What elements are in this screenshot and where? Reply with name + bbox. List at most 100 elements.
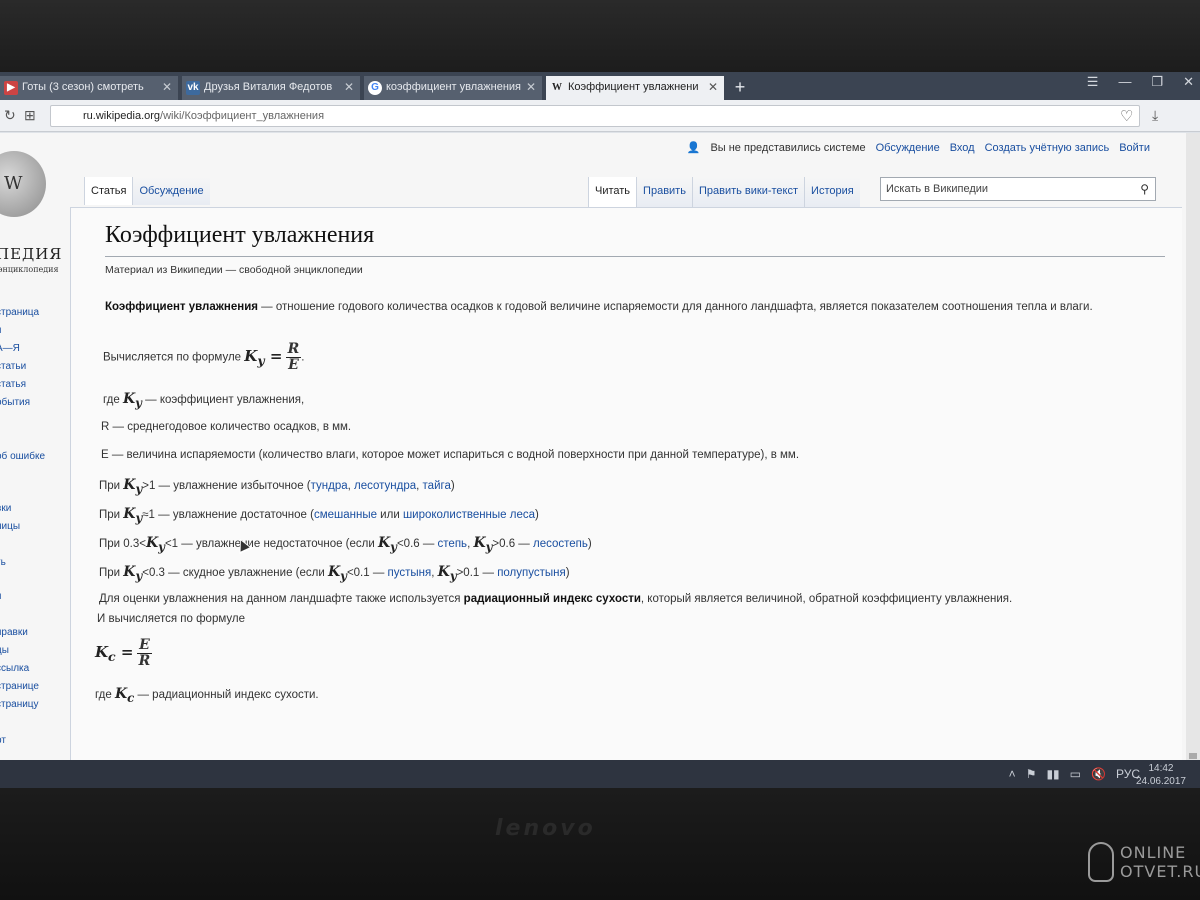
- tab-bar: ▶ Готы (3 сезон) смотреть ✕ vk Друзья Ви…: [0, 72, 1200, 100]
- case-excess: При Ky>1 — увлажнение избыточное (тундра…: [99, 477, 455, 496]
- sidebar-item[interactable]: я: [0, 325, 1, 336]
- google-icon: G: [368, 81, 382, 95]
- formula-fraction: RE: [285, 341, 302, 373]
- create-account-link[interactable]: Создать учётную запись: [985, 142, 1110, 154]
- talk-link[interactable]: Обсуждение: [876, 142, 940, 154]
- vk-icon: vk: [186, 81, 200, 95]
- article-content: Коэффициент увлажнения Материал из Викип…: [70, 207, 1182, 760]
- sidebar-item[interactable]: странице: [0, 681, 39, 692]
- menu-icon[interactable]: ☰: [1087, 74, 1099, 90]
- sidebar-item[interactable]: страница: [0, 307, 39, 318]
- watermark-line2: OTVET.RU: [1120, 862, 1200, 881]
- heart-icon[interactable]: ♡: [1120, 107, 1133, 125]
- tab-talk[interactable]: Обсуждение: [132, 177, 210, 205]
- network-icon[interactable]: ▮▮: [1046, 767, 1059, 781]
- tab-edit[interactable]: Править: [636, 177, 692, 207]
- restore-icon[interactable]: ❐: [1151, 74, 1163, 90]
- sidebar-item[interactable]: цы: [0, 645, 9, 656]
- link-taiga[interactable]: тайга: [423, 480, 451, 492]
- reload-icon[interactable]: ↻: [4, 107, 16, 124]
- link-forest-tundra[interactable]: лесотундра: [354, 480, 416, 492]
- watermark: ONLINE OTVET.RU: [1088, 842, 1200, 882]
- contributions-link[interactable]: Вход: [950, 142, 975, 154]
- sidebar-item[interactable]: страницу: [0, 699, 39, 710]
- wiki-page: W ПЕДИЯ энциклопедия страница я А—Я стат…: [0, 133, 1200, 760]
- close-icon[interactable]: ✕: [162, 80, 172, 94]
- tab-label: Коэффициент увлажнени: [568, 81, 699, 93]
- link-broadleaf[interactable]: широколиственные леса: [403, 509, 535, 521]
- link-desert[interactable]: пустыня: [388, 567, 432, 579]
- formula-intro: Вычисляется по формуле: [103, 351, 242, 364]
- where-ky-line: где Ky — коэффициент увлажнения,: [103, 391, 305, 410]
- sidebar-item[interactable]: ницы: [0, 521, 20, 532]
- address-bar: ↻ ⊞ 🔒 ru.wikipedia.org/wiki/Коэффициент_…: [0, 100, 1200, 132]
- watermark-line1: ONLINE: [1120, 843, 1187, 862]
- scrollbar-thumb[interactable]: [1189, 753, 1197, 759]
- sidebar-item[interactable]: ть: [0, 557, 6, 568]
- dryness-line2: И вычисляется по формуле: [97, 613, 245, 625]
- browser-tab-active[interactable]: W Коэффициент увлажнени ✕: [546, 76, 724, 100]
- system-tray: ˄ ⚑ ▮▮ ▭ 🔇 РУС: [1009, 767, 1140, 781]
- download-icon[interactable]: ⤓: [1152, 107, 1158, 124]
- link-semidesert[interactable]: полупустыня: [497, 567, 566, 579]
- sidebar-item[interactable]: статьи: [0, 361, 26, 372]
- clock-time: 14:42: [1148, 763, 1174, 774]
- minimize-icon[interactable]: —: [1118, 74, 1131, 90]
- sidebar-item[interactable]: обытия: [0, 397, 30, 408]
- battery-icon[interactable]: ▭: [1070, 767, 1081, 781]
- close-icon[interactable]: ✕: [344, 80, 354, 94]
- link-tundra[interactable]: тундра: [311, 480, 348, 492]
- tab-read[interactable]: Читать: [588, 177, 637, 207]
- anon-notice: Вы не представились системе: [710, 141, 866, 154]
- vertical-scrollbar[interactable]: [1186, 133, 1200, 760]
- lead-term: Коэффициент увлажнения: [105, 301, 258, 313]
- grid-icon[interactable]: ⊞: [24, 107, 36, 124]
- wikipedia-logo[interactable]: W: [0, 151, 46, 217]
- link-steppe[interactable]: степь: [438, 538, 468, 550]
- browser-tab[interactable]: G коэффициент увлажнения ✕: [364, 76, 542, 100]
- site-subtitle: Материал из Википедии — свободной энцикл…: [105, 264, 363, 276]
- case-insufficient: При 0.3<Ky<1 — увлажнение недостаточное …: [99, 535, 592, 554]
- login-link[interactable]: Войти: [1119, 142, 1150, 154]
- search-icon[interactable]: ⚲: [1140, 182, 1149, 196]
- link-mixed[interactable]: смешанные: [314, 509, 377, 521]
- tab-edit-source[interactable]: Править вики-текст: [691, 177, 805, 207]
- tab-label: коэффициент увлажнения: [386, 81, 521, 93]
- clock-date: 24.06.2017: [1135, 776, 1186, 787]
- sidebar-item[interactable]: я: [0, 591, 1, 602]
- sidebar-item[interactable]: правки: [0, 627, 28, 638]
- sidebar-item[interactable]: А—Я: [0, 343, 20, 354]
- close-icon[interactable]: ✕: [708, 80, 718, 94]
- taskbar: ˄ ⚑ ▮▮ ▭ 🔇 РУС 14:42 24.06.2017: [0, 760, 1200, 790]
- chevron-up-icon[interactable]: ˄: [1009, 767, 1016, 781]
- tab-history[interactable]: История: [804, 177, 860, 207]
- logo-wordmark: ПЕДИЯ: [0, 245, 63, 263]
- browser-tab[interactable]: ▶ Готы (3 сезон) смотреть ✕: [0, 76, 178, 100]
- close-window-icon[interactable]: ✕: [1183, 74, 1194, 90]
- view-tabs: Читать Править Править вики-текст Истори…: [588, 177, 860, 207]
- sidebar-item[interactable]: ссылка: [0, 663, 29, 674]
- search-input[interactable]: Искать в Википедии ⚲: [880, 177, 1156, 201]
- link-forest-steppe[interactable]: лесостепь: [533, 538, 588, 550]
- lightbulb-icon: [1088, 842, 1114, 882]
- new-tab-button[interactable]: +: [728, 76, 752, 100]
- browser-tab[interactable]: vk Друзья Виталия Федотов ✕: [182, 76, 360, 100]
- bezel-bottom: [0, 788, 1200, 900]
- url-input[interactable]: ru.wikipedia.org/wiki/Коэффициент_увлажн…: [50, 105, 1140, 127]
- flag-icon[interactable]: ⚑: [1026, 767, 1037, 781]
- sidebar-item[interactable]: рт: [0, 735, 6, 746]
- url-path: /wiki/Коэффициент_увлажнения: [160, 110, 325, 122]
- case-sufficient: При Ky≈1 — увлажнение достаточное (смеша…: [99, 506, 539, 525]
- sidebar-item[interactable]: об ошибке: [0, 451, 45, 462]
- namespace-tabs: Статья Обсуждение: [84, 177, 210, 205]
- url-host: ru.wikipedia.org: [83, 110, 161, 122]
- sidebar-item[interactable]: вки: [0, 503, 11, 514]
- user-icon: 👤: [686, 142, 701, 154]
- clock[interactable]: 14:42 24.06.2017: [1136, 762, 1186, 788]
- tab-article[interactable]: Статья: [84, 177, 133, 205]
- formula-line: Вычисляется по формуле Ky = RE.: [103, 341, 305, 373]
- volume-icon[interactable]: 🔇: [1091, 767, 1106, 781]
- where-kc-line: где Kc — радиационный индекс сухости.: [95, 686, 319, 705]
- close-icon[interactable]: ✕: [526, 80, 536, 94]
- sidebar-item[interactable]: статья: [0, 379, 26, 390]
